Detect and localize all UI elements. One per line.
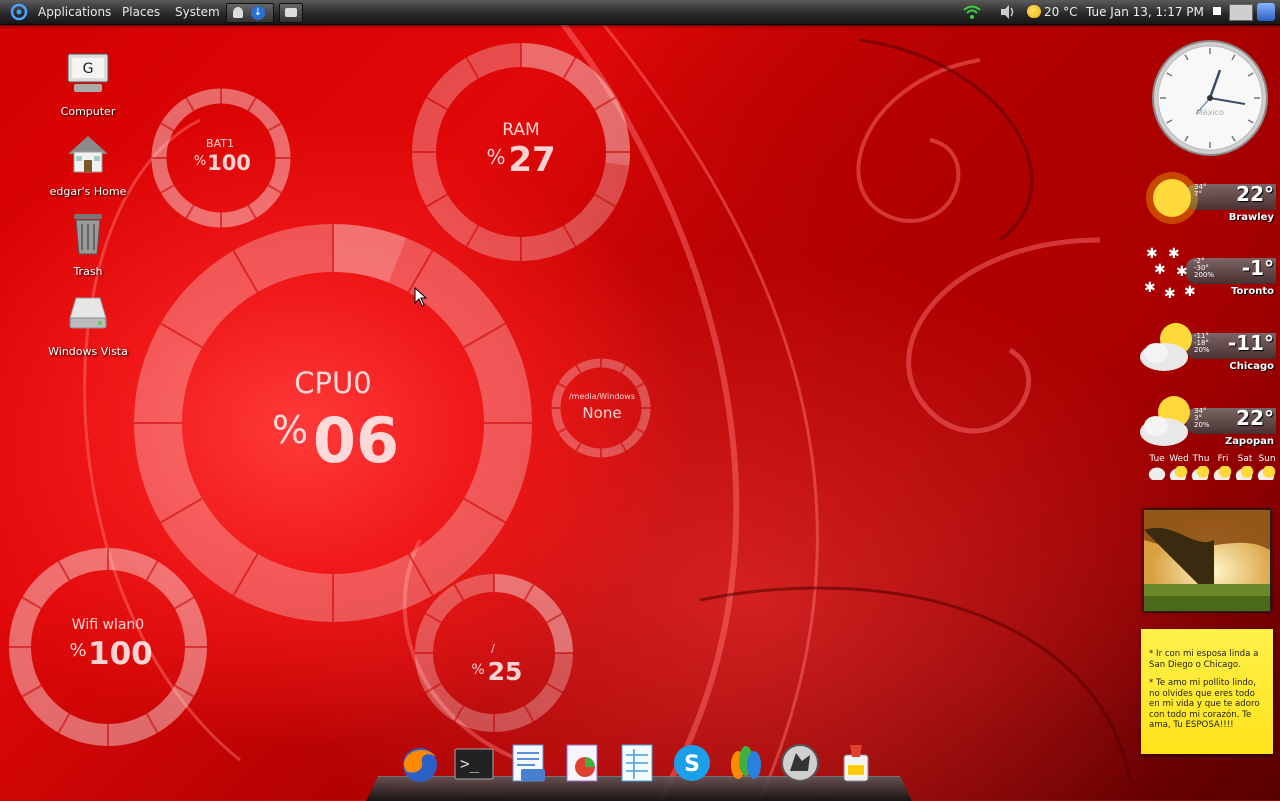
forecast-day: Fri — [1212, 454, 1234, 480]
partly-cloudy-icon — [1213, 466, 1233, 480]
cloud-icon — [1147, 466, 1167, 480]
weather-temp-value: -11° — [1227, 331, 1274, 355]
weather-widget-brawley[interactable]: 34° 7° 22° Brawley — [1136, 166, 1276, 232]
ram-gauge-percent: % — [486, 145, 506, 169]
partly-cloudy-icon — [1140, 396, 1190, 446]
svg-text:✱: ✱ — [1146, 246, 1158, 262]
svg-text:✱: ✱ — [1164, 286, 1176, 302]
svg-text:✱: ✱ — [1168, 246, 1180, 262]
forecast-day: Sat — [1234, 454, 1256, 480]
forecast-day: Tue — [1146, 454, 1168, 480]
partly-cloudy-icon — [1235, 466, 1255, 480]
svg-text:>_: >_ — [460, 754, 480, 773]
weather-city: Toronto — [1231, 286, 1274, 297]
partly-cloudy-icon — [1140, 323, 1192, 371]
clock-face-text: México — [1196, 108, 1224, 117]
partly-cloudy-icon — [1191, 466, 1211, 480]
forecast-day: Thu — [1190, 454, 1212, 480]
calc-icon[interactable] — [616, 741, 660, 785]
weather-details: -11° -18° 20% — [1194, 332, 1210, 354]
svg-text:✱: ✱ — [1176, 264, 1188, 280]
weather-widget-toronto[interactable]: ✱ ✱ ✱ ✱ ✱ ✱ ✱ -2° -30° 200% -1° Toronto — [1136, 240, 1276, 306]
forecast-day: Wed — [1168, 454, 1190, 480]
weather-details: 34° 7° — [1194, 183, 1207, 198]
sticky-note-widget[interactable]: * Ir con mi esposa linda a San Diego o C… — [1141, 629, 1273, 754]
wifi-gauge-percent: % — [69, 640, 87, 661]
wifi-gauge-value: 100 — [88, 636, 153, 672]
skype-icon[interactable]: S — [670, 741, 714, 785]
weather-widget-zapopan[interactable]: 34° 3° 20% 22° Zapopan — [1136, 390, 1276, 456]
cpu-gauge-label: CPU0 — [294, 366, 372, 400]
weather-temp-value: 22° — [1236, 182, 1274, 206]
root-fs-gauge-value: 25 — [487, 657, 523, 686]
note-line: * Ir con mi esposa linda a San Diego o C… — [1149, 649, 1259, 670]
svg-text:S: S — [684, 752, 700, 777]
ram-gauge-value: 27 — [508, 140, 556, 180]
weather-city: Zapopan — [1224, 436, 1274, 447]
wolf-app-icon[interactable] — [778, 741, 822, 785]
partly-cloudy-icon — [1169, 466, 1189, 480]
weather-forecast: Tue Wed Thu Fri Sat Sun — [1146, 454, 1278, 486]
firefox-icon[interactable] — [398, 741, 442, 785]
svg-text:✱: ✱ — [1184, 284, 1196, 300]
cpu-gauge-percent: % — [271, 408, 309, 452]
paint-icon[interactable] — [834, 741, 878, 785]
impress-icon[interactable] — [561, 741, 605, 785]
weather-city: Brawley — [1228, 212, 1274, 223]
wifi-gauge-label: Wifi wlan0 — [71, 617, 145, 633]
sunny-icon — [1146, 172, 1198, 224]
svg-text:✱: ✱ — [1144, 280, 1156, 296]
windows-fs-gauge-value: None — [582, 404, 622, 422]
cpu-gauge-level — [332, 224, 407, 283]
writer-icon[interactable] — [507, 741, 551, 785]
windows-fs-gauge-label: /media/Windows — [568, 392, 636, 401]
clock-face-icon — [1152, 40, 1268, 156]
analog-clock-widget[interactable]: México — [1150, 40, 1270, 158]
weather-widget-chicago[interactable]: -11° -18° 20% -11° Chicago — [1136, 315, 1276, 381]
terminal-icon[interactable]: >_ — [452, 741, 496, 785]
weather-city: Chicago — [1229, 361, 1274, 372]
cpu-gauge-value: 06 — [312, 404, 400, 477]
forecast-day: Sun — [1256, 454, 1278, 480]
landscape-photo-icon — [1144, 510, 1270, 611]
battery-gauge-value: 100 — [207, 151, 251, 175]
note-line: * Te amo mi pollito lindo, no olvides qu… — [1149, 678, 1260, 730]
ram-gauge-label: RAM — [502, 120, 540, 140]
root-fs-gauge-label: / — [491, 642, 495, 655]
messenger-icon[interactable] — [724, 741, 768, 785]
mouse-cursor-icon — [414, 287, 428, 307]
svg-text:✱: ✱ — [1154, 262, 1166, 278]
snow-icon: ✱ ✱✱ ✱✱ ✱ ✱ — [1144, 246, 1196, 302]
photo-frame-widget[interactable] — [1143, 509, 1271, 612]
weather-details: 34° 3° 20% — [1194, 407, 1210, 429]
battery-gauge-label: BAT1 — [206, 137, 234, 150]
weather-temp-value: 22° — [1236, 406, 1274, 430]
weather-details: -2° -30° 200% — [1194, 257, 1215, 279]
partly-cloudy-icon — [1257, 466, 1277, 480]
weather-temp-value: -1° — [1241, 256, 1274, 280]
